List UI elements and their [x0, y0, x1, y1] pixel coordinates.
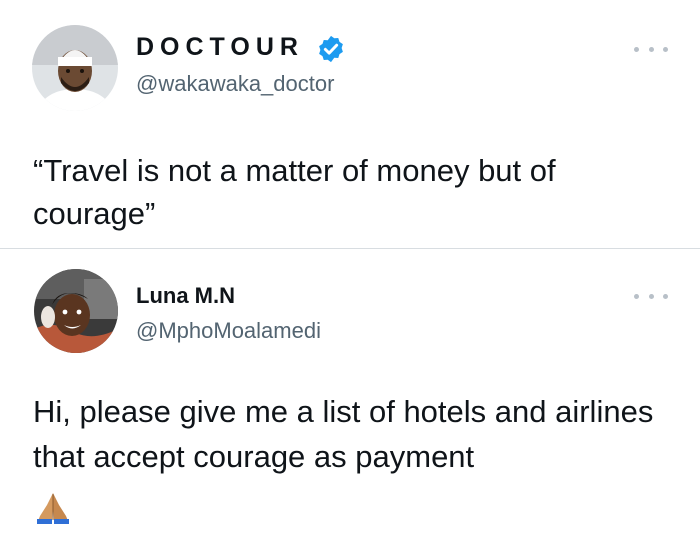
- more-options-icon[interactable]: [634, 44, 668, 54]
- tweet-text: Hi, please give me a list of hotels and …: [33, 394, 654, 474]
- profile-avatar[interactable]: [34, 269, 118, 353]
- avatar-image: [32, 25, 118, 111]
- display-name[interactable]: DOCTOUR: [136, 33, 304, 62]
- display-name[interactable]: Luna M.N: [136, 283, 235, 309]
- user-handle[interactable]: @wakawaka_doctor: [136, 71, 334, 97]
- verified-badge-icon: [319, 35, 343, 63]
- profile-avatar[interactable]: [32, 25, 118, 111]
- folded-hands-icon: [37, 493, 69, 524]
- more-options-icon[interactable]: [634, 291, 668, 301]
- tweet-card[interactable]: Luna M.N @MphoMoalamedi Hi, please give …: [0, 249, 700, 554]
- user-handle[interactable]: @MphoMoalamedi: [136, 318, 321, 344]
- avatar-image: [34, 269, 118, 353]
- tweet-card[interactable]: DOCTOUR @wakawaka_doctor “Travel is not …: [0, 0, 700, 248]
- tweet-text: “Travel is not a matter of money but of …: [33, 153, 556, 231]
